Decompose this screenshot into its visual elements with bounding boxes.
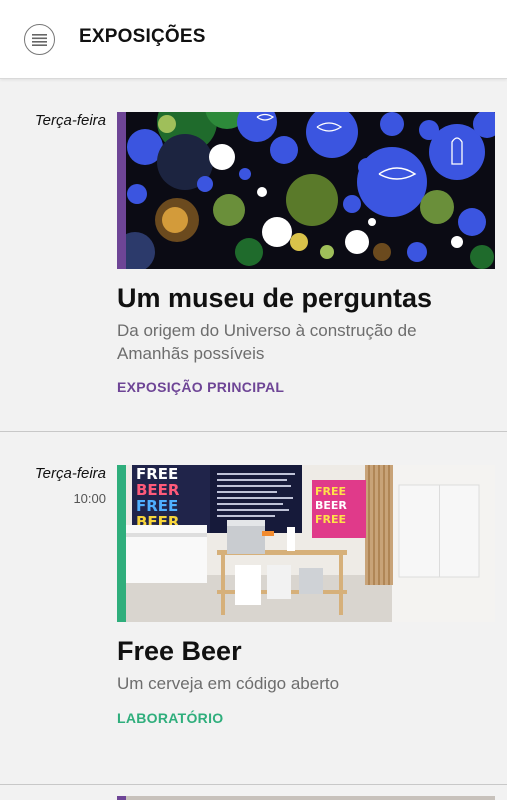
svg-text:FREE: FREE bbox=[315, 485, 346, 498]
next-event-thumbnail-peek[interactable] bbox=[117, 796, 495, 800]
event-day: Terça-feira bbox=[34, 465, 106, 482]
event-category: LABORATÓRIO bbox=[117, 710, 224, 726]
hamburger-menu-icon bbox=[32, 33, 47, 46]
event-title[interactable]: Free Beer bbox=[117, 636, 242, 667]
event-category: EXPOSIÇÃO PRINCIPAL bbox=[117, 379, 285, 395]
category-color-bar bbox=[117, 465, 126, 622]
event-subtitle: Da origem do Universo à construção de Am… bbox=[117, 321, 417, 363]
event-thumbnail[interactable]: FREE BEER FREE BEER FREE BEER FREE bbox=[117, 465, 495, 622]
svg-text:FREE: FREE bbox=[315, 513, 346, 526]
event-card-um-museu[interactable]: Terça-feira Um museu de perguntas Da ori… bbox=[0, 80, 507, 432]
event-title[interactable]: Um museu de perguntas bbox=[117, 283, 432, 314]
category-color-bar bbox=[117, 796, 126, 800]
svg-text:BEER: BEER bbox=[315, 499, 347, 512]
app-bar: EXPOSIÇÕES bbox=[0, 0, 507, 79]
event-subtitle: Um cerveja em código aberto bbox=[117, 674, 340, 693]
event-thumbnail[interactable] bbox=[117, 112, 495, 269]
event-card-free-beer[interactable]: Terça-feira 10:00 FREE BEER FREE BEER FR… bbox=[0, 433, 507, 785]
event-time: 10:00 bbox=[73, 491, 106, 506]
category-color-bar bbox=[117, 112, 126, 269]
page-title: EXPOSIÇÕES bbox=[79, 26, 206, 47]
menu-button[interactable] bbox=[24, 24, 55, 55]
event-day: Terça-feira bbox=[34, 112, 106, 129]
